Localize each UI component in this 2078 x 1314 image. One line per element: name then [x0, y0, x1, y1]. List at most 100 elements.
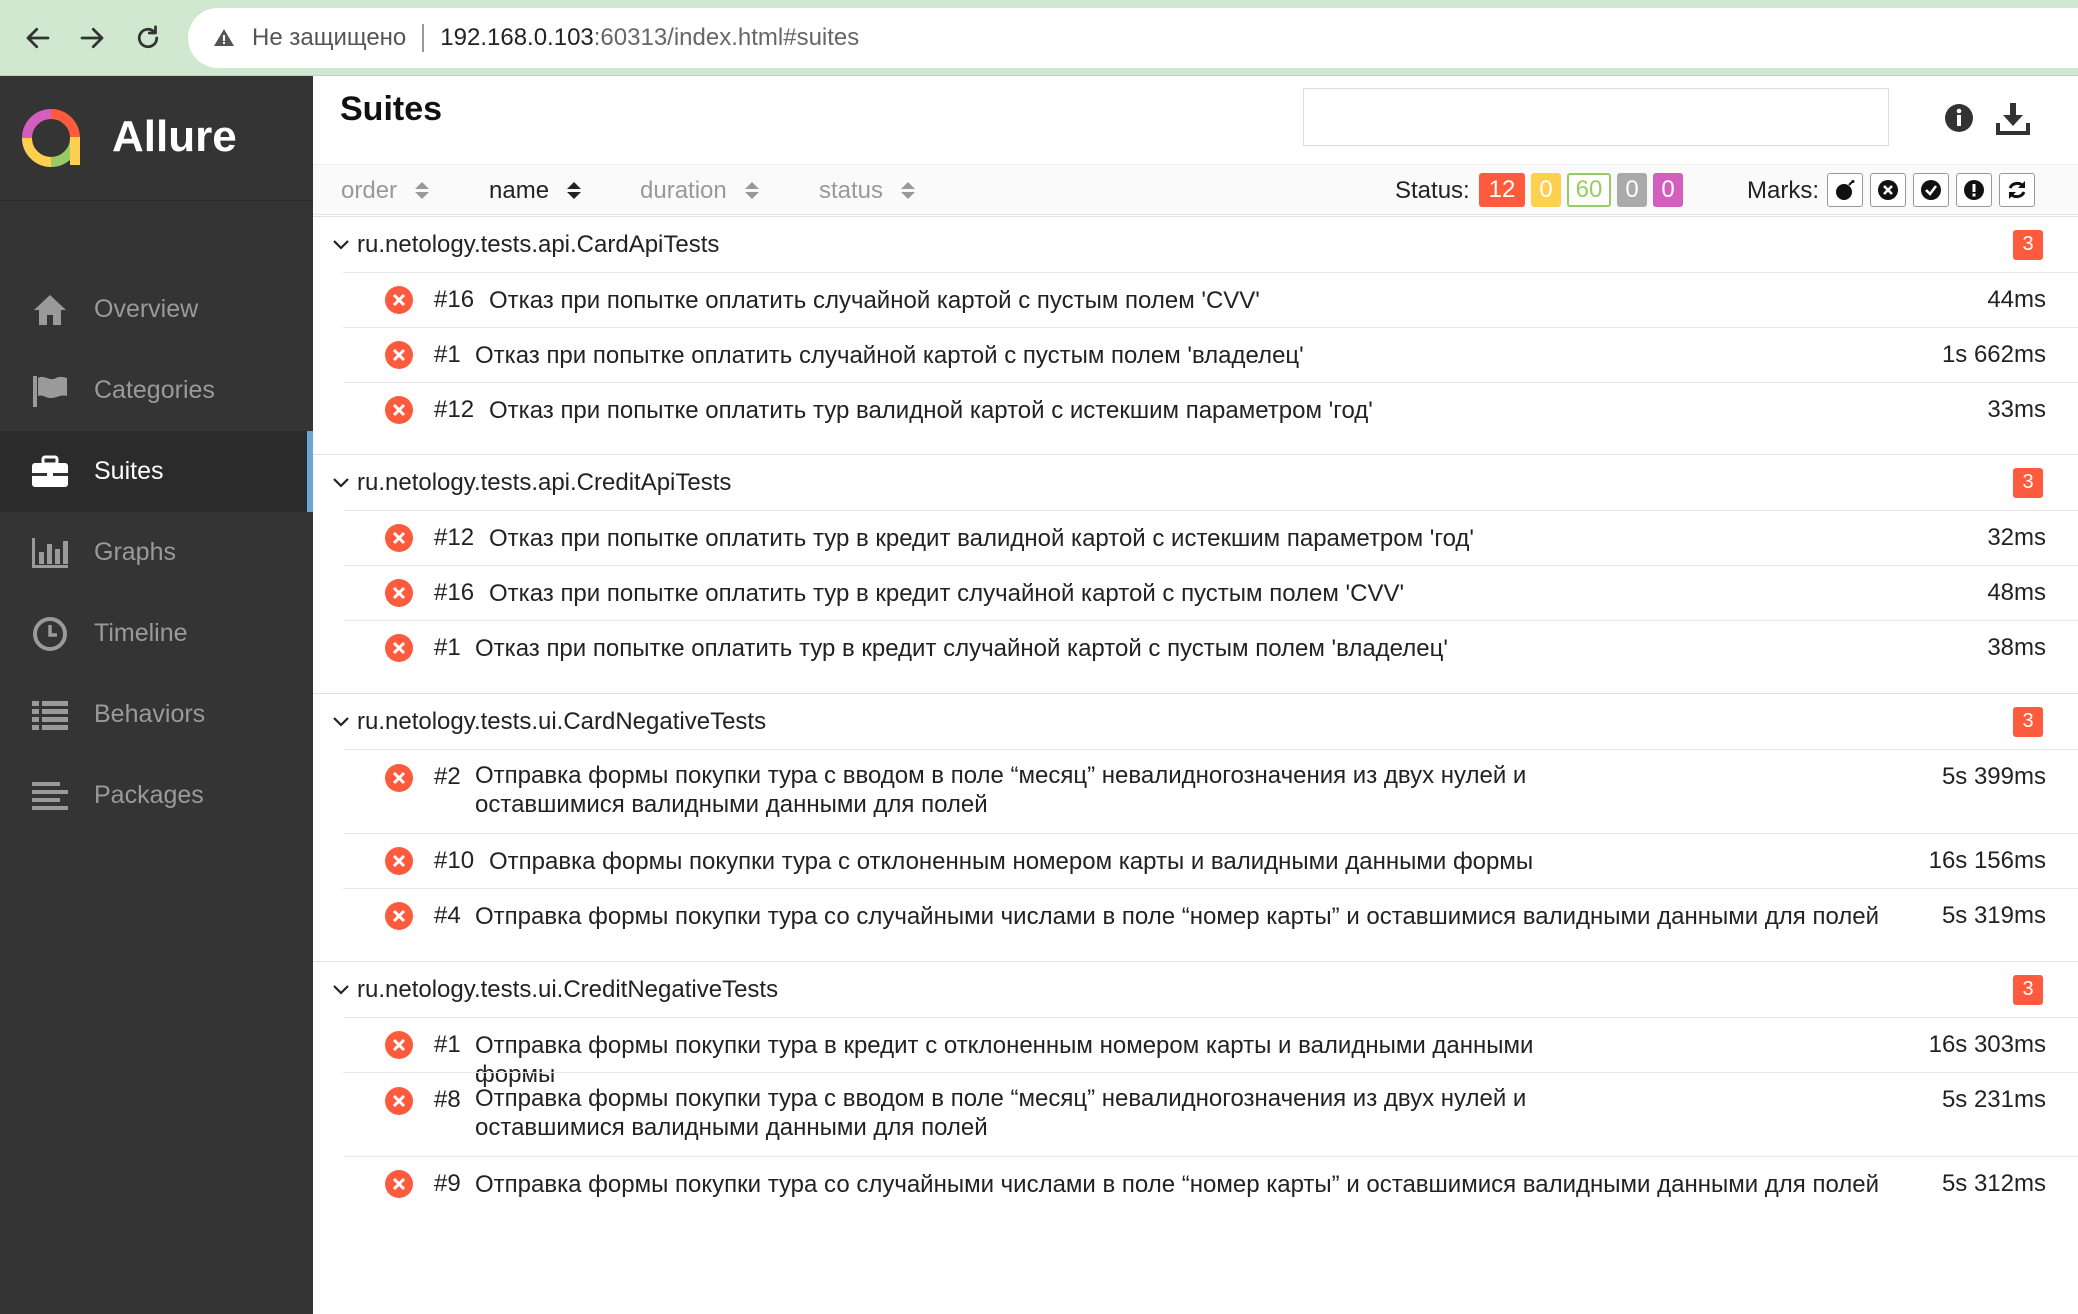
test-row[interactable]: #9 Отправка формы покупки тура со случай…	[343, 1156, 2078, 1211]
test-row[interactable]: #4 Отправка формы покупки тура со случай…	[343, 888, 2078, 943]
status-unknown-toggle[interactable]: 0	[1653, 173, 1683, 207]
suite-header[interactable]: ru.netology.tests.api.CardApiTests 3	[313, 216, 2078, 272]
status-label: Status:	[1395, 176, 1470, 204]
failed-status-icon	[385, 524, 413, 552]
url-path: :60313/index.html#suites	[593, 24, 860, 51]
search-input[interactable]	[1303, 88, 1889, 146]
back-icon[interactable]	[14, 14, 62, 62]
test-name: Отказ при попытке оплатить тур в кредит …	[475, 635, 1448, 662]
chevron-down-icon	[331, 235, 351, 255]
status-broken-toggle[interactable]: 0	[1531, 173, 1561, 207]
sidebar-item-suites[interactable]: Suites	[0, 431, 313, 512]
test-duration: 5s 231ms	[1941, 1086, 2046, 1113]
sort-arrows-icon	[901, 182, 916, 199]
sidebar-item-categories[interactable]: Categories	[0, 350, 313, 431]
failed-status-icon	[385, 902, 413, 930]
suite-name: ru.netology.tests.ui.CardNegativeTests	[357, 707, 767, 735]
status-failed-toggle[interactable]: 12	[1479, 173, 1525, 207]
sidebar-item-overview[interactable]: Overview	[0, 269, 313, 350]
test-row[interactable]: #16 Отказ при попытке оплатить тур в кре…	[343, 565, 2078, 620]
failed-status-icon	[385, 1170, 413, 1198]
failed-status-icon	[385, 579, 413, 607]
suite-header[interactable]: ru.netology.tests.ui.CreditNegativeTests…	[313, 961, 2078, 1017]
sort-status[interactable]: status	[819, 165, 916, 216]
test-duration: 44ms	[1987, 286, 2046, 313]
sidebar-item-graphs[interactable]: Graphs	[0, 512, 313, 593]
failed-status-icon	[385, 341, 413, 369]
status-passed-toggle[interactable]: 60	[1567, 173, 1611, 207]
page-title: Suites	[340, 90, 443, 128]
test-order: #2	[434, 763, 461, 790]
check-circle-icon[interactable]	[1913, 173, 1949, 207]
chevron-down-icon	[331, 712, 351, 732]
sort-label: name	[489, 176, 550, 204]
bomb-icon[interactable]	[1827, 173, 1863, 207]
test-row[interactable]: #12 Отказ при попытке оплатить тур валид…	[343, 382, 2078, 437]
test-order: #9	[434, 1170, 461, 1197]
sidebar-item-label: Packages	[94, 781, 204, 809]
test-order: #12	[434, 524, 475, 551]
sort-arrows-icon	[567, 182, 582, 199]
failed-status-icon	[385, 634, 413, 662]
failed-status-icon	[385, 396, 413, 424]
sort-name[interactable]: name	[489, 165, 582, 216]
times-circle-icon[interactable]	[1870, 173, 1906, 207]
warning-icon[interactable]	[208, 22, 240, 54]
test-name: Отправка формы покупки тура с отклоненны…	[489, 848, 1534, 875]
refresh-icon[interactable]	[1999, 173, 2035, 207]
test-row[interactable]: #1 Отказ при попытке оплатить тур в кред…	[343, 620, 2078, 675]
address-bar[interactable]: Не защищено 192.168.0.103 :60313/index.h…	[188, 8, 2078, 68]
test-duration: 1s 662ms	[1941, 341, 2046, 368]
test-name: Отказ при попытке оплатить тур валидной …	[489, 397, 1373, 424]
brand[interactable]: Allure	[0, 76, 313, 201]
test-duration: 38ms	[1987, 634, 2046, 661]
test-row[interactable]: #8 Отправка формы покупки тура с вводом …	[343, 1072, 2078, 1156]
test-row[interactable]: #2 Отправка формы покупки тура с вводом …	[343, 749, 2078, 833]
test-name: Отправка формы покупки тура с вводом в п…	[475, 762, 1527, 818]
test-name: Отказ при попытке оплатить случайной кар…	[489, 287, 1260, 314]
suite-name: ru.netology.tests.ui.CreditNegativeTests	[357, 975, 779, 1003]
test-name: Отправка формы покупки тура с вводом в п…	[475, 1085, 1527, 1141]
test-row[interactable]: #10 Отправка формы покупки тура с отклон…	[343, 833, 2078, 888]
sidebar: Allure Overview Categories Suites Graphs…	[0, 76, 313, 1314]
sort-arrows-icon	[415, 182, 430, 199]
status-skipped-toggle[interactable]: 0	[1617, 173, 1647, 207]
test-duration: 5s 312ms	[1941, 1170, 2046, 1197]
main-content: Suites order name duration status Status…	[313, 76, 2078, 1314]
sort-label: duration	[640, 176, 727, 204]
sort-toolbar: order name duration status Status: 12 0 …	[313, 164, 2078, 215]
sidebar-item-label: Behaviors	[94, 700, 206, 728]
test-name: Отказ при попытке оплатить случайной кар…	[475, 342, 1304, 369]
download-icon[interactable]	[1995, 100, 2031, 136]
bar-chart-icon	[30, 533, 70, 573]
sidebar-item-behaviors[interactable]: Behaviors	[0, 674, 313, 755]
test-row[interactable]: #1 Отправка формы покупки тура в кредит …	[343, 1017, 2078, 1088]
sort-order[interactable]: order	[341, 165, 430, 216]
sidebar-item-label: Timeline	[94, 619, 188, 647]
exclamation-circle-icon[interactable]	[1956, 173, 1992, 207]
test-row[interactable]: #12 Отказ при попытке оплатить тур в кре…	[343, 510, 2078, 565]
suite-header[interactable]: ru.netology.tests.ui.CardNegativeTests 3	[313, 693, 2078, 749]
info-icon[interactable]	[1941, 100, 1977, 136]
test-name: Отправка формы покупки тура со случайным…	[475, 903, 1880, 930]
sort-duration[interactable]: duration	[640, 165, 759, 216]
sidebar-item-packages[interactable]: Packages	[0, 755, 313, 836]
test-name: Отправка формы покупки тура со случайным…	[475, 1171, 1880, 1198]
failed-status-icon	[385, 286, 413, 314]
test-order: #1	[434, 634, 461, 661]
reload-icon[interactable]	[124, 14, 172, 62]
forward-icon[interactable]	[68, 14, 116, 62]
not-secure-label[interactable]: Не защищено	[252, 24, 406, 52]
test-order: #4	[434, 902, 461, 929]
test-duration: 5s 319ms	[1941, 902, 2046, 929]
test-row[interactable]: #1 Отказ при попытке оплатить случайной …	[343, 327, 2078, 382]
chevron-down-icon	[331, 473, 351, 493]
test-row[interactable]: #16 Отказ при попытке оплатить случайной…	[343, 272, 2078, 327]
sidebar-item-label: Graphs	[94, 538, 176, 566]
failed-status-icon	[385, 1087, 413, 1115]
test-duration: 32ms	[1987, 524, 2046, 551]
suite-header[interactable]: ru.netology.tests.api.CreditApiTests 3	[313, 454, 2078, 510]
flag-icon	[30, 371, 70, 411]
sidebar-item-timeline[interactable]: Timeline	[0, 593, 313, 674]
test-duration: 48ms	[1987, 579, 2046, 606]
